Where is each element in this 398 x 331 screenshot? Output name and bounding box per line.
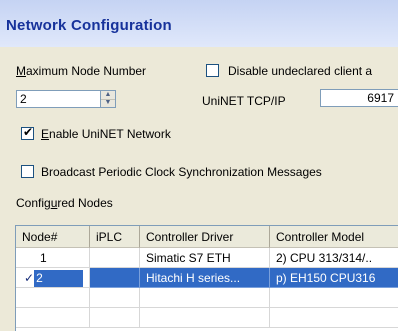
configured-nodes-table[interactable]: Node# iPLC Controller Driver Controller …	[15, 225, 398, 331]
max-node-label: Maximum Node Number	[16, 64, 147, 78]
enable-uninet-label: Enable UniNET Network	[41, 127, 171, 141]
node-number-cell: 1	[16, 248, 90, 268]
empty-cell	[16, 288, 90, 308]
column-header-driver[interactable]: Controller Driver	[140, 226, 270, 248]
enable-uninet-checkbox[interactable]: ✔	[21, 125, 34, 140]
column-header-iplc[interactable]: iPLC	[90, 226, 140, 248]
check-mark-icon: ✔	[23, 125, 34, 139]
empty-cell	[90, 288, 140, 308]
driver-cell: Hitachi H series...	[140, 268, 270, 288]
max-node-spinner[interactable]: ▲ ▼	[100, 90, 116, 108]
driver-cell: Simatic S7 ETH	[140, 248, 270, 268]
check-mark-icon: ✓	[24, 271, 35, 285]
broadcast-sync-checkbox[interactable]	[21, 165, 34, 178]
model-cell: 2) CPU 313/314/..	[270, 248, 398, 268]
empty-cell	[140, 308, 270, 328]
column-header-node[interactable]: Node#	[16, 226, 90, 248]
empty-cell	[270, 308, 398, 328]
uninet-port-input[interactable]: 6917	[320, 89, 398, 107]
disable-undeclared-checkbox[interactable]	[206, 64, 219, 77]
model-cell: p) EH150 CPU316	[270, 268, 398, 288]
node-number-cell: ✓ 2	[16, 268, 90, 288]
empty-cell	[90, 308, 140, 328]
window-title: Network Configuration	[6, 17, 172, 34]
configured-nodes-label: Configured Nodes	[16, 196, 113, 210]
column-header-model[interactable]: Controller Model	[270, 226, 398, 248]
broadcast-sync-label: Broadcast Periodic Clock Synchronization…	[41, 165, 322, 179]
title-bar: Network Configuration	[0, 0, 398, 47]
empty-cell	[270, 288, 398, 308]
empty-cell	[140, 288, 270, 308]
spin-down-arrow-icon[interactable]: ▼	[101, 99, 115, 107]
empty-cell	[16, 308, 90, 328]
uninet-label: UniNET TCP/IP	[202, 94, 286, 108]
disable-undeclared-label: Disable undeclared client a	[228, 64, 373, 78]
node-number-value: 2	[34, 270, 83, 287]
iplc-cell	[90, 248, 140, 268]
iplc-cell	[90, 268, 140, 288]
